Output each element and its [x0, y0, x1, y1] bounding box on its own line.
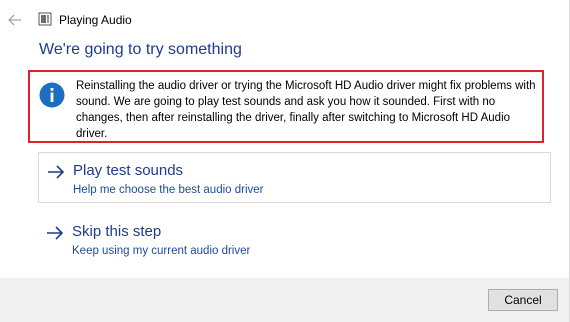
arrow-right-icon — [48, 165, 65, 179]
window-title: Playing Audio — [59, 13, 132, 27]
info-message-text: Reinstalling the audio driver or trying … — [76, 80, 536, 140]
title-bar: Playing Audio — [0, 0, 570, 38]
option-title: Play test sounds — [73, 162, 184, 179]
page-heading: We're going to try something — [39, 41, 242, 58]
option-title: Skip this step — [72, 223, 162, 240]
option-subtitle: Keep using my current audio driver — [72, 245, 251, 257]
info-icon — [39, 82, 65, 108]
play-test-sounds-option[interactable]: Play test sounds Help me choose the best… — [38, 152, 551, 203]
troubleshooter-window: Playing Audio We're going to try somethi… — [0, 0, 570, 322]
cancel-button[interactable]: Cancel — [488, 289, 558, 311]
back-arrow-icon — [8, 14, 21, 26]
option-subtitle: Help me choose the best audio driver — [73, 184, 264, 196]
back-button[interactable] — [5, 10, 25, 30]
info-message-box: Reinstalling the audio driver or trying … — [28, 70, 544, 143]
footer-bar: Cancel — [0, 278, 569, 322]
troubleshooter-app-icon — [38, 12, 52, 26]
skip-this-step-option[interactable]: Skip this step Keep using my current aud… — [38, 214, 551, 265]
arrow-right-icon — [47, 226, 64, 240]
